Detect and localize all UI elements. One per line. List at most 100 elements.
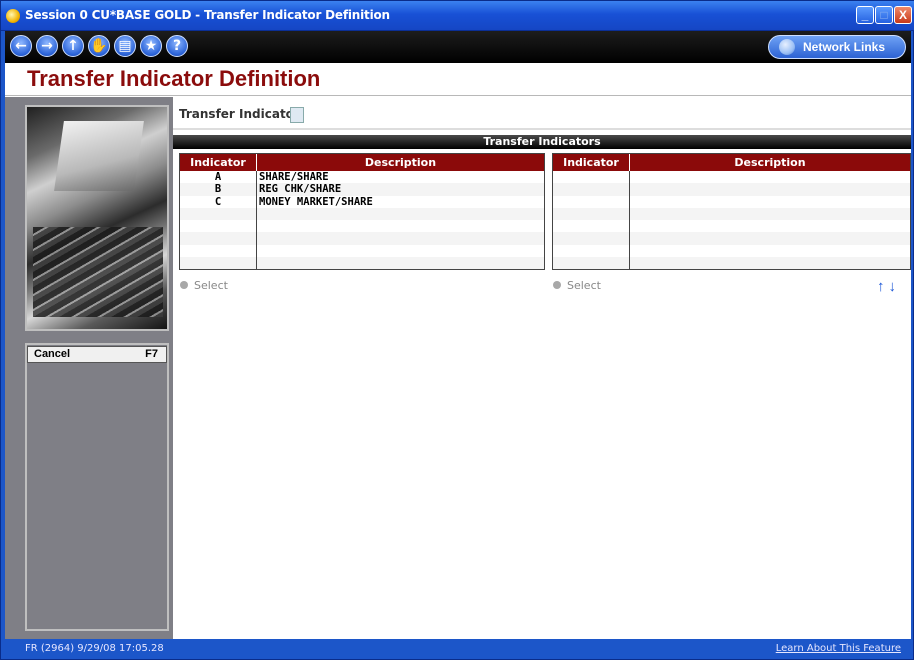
table-row[interactable] xyxy=(553,207,910,221)
indicator-cell xyxy=(553,195,630,208)
laptop-image xyxy=(25,105,169,331)
select-label: Select xyxy=(194,279,228,292)
page-header: Transfer Indicator Definition xyxy=(5,63,911,96)
indicator-cell xyxy=(180,220,257,233)
radio-icon xyxy=(553,281,561,289)
indicator-cell: A xyxy=(180,171,257,184)
description-cell xyxy=(630,220,910,232)
indicator-cell: C xyxy=(180,195,257,208)
table-header: Indicator Description xyxy=(553,154,910,171)
indicator-cell xyxy=(553,171,630,184)
table-row[interactable] xyxy=(553,244,910,258)
column-header-description: Description xyxy=(364,156,437,169)
transfer-indicators-table-right: Indicator Description xyxy=(552,153,911,271)
table-row[interactable] xyxy=(180,232,544,245)
table-row[interactable]: B REG CHK/SHARE xyxy=(180,183,544,196)
table-row[interactable] xyxy=(180,257,544,270)
table-row[interactable] xyxy=(553,171,910,184)
page-title: Transfer Indicator Definition xyxy=(27,66,321,91)
description-cell xyxy=(630,196,910,208)
window-title: Session 0 CU*BASE GOLD - Transfer Indica… xyxy=(25,8,390,22)
session-info: FR (2964) 9/29/08 17:05.28 xyxy=(25,643,164,654)
stop-hand-icon[interactable]: ✋ xyxy=(88,35,110,57)
description-cell xyxy=(257,232,544,244)
globe-icon xyxy=(779,39,795,55)
description-cell xyxy=(257,208,544,220)
table-row[interactable] xyxy=(553,195,910,208)
column-header-description: Description xyxy=(734,156,806,169)
indicator-cell xyxy=(553,232,630,245)
column-header-indicator: Indicator xyxy=(180,154,257,171)
sidebar: Cancel F7 xyxy=(5,97,173,639)
select-button-left[interactable]: Select xyxy=(180,279,228,292)
description-cell xyxy=(630,171,910,183)
description-cell xyxy=(257,245,544,257)
table-row[interactable] xyxy=(180,207,544,221)
indicator-cell xyxy=(553,183,630,196)
indicator-cell xyxy=(553,257,630,270)
divider xyxy=(173,128,911,130)
indicator-cell xyxy=(180,257,257,270)
close-button[interactable]: X xyxy=(894,6,912,24)
app-icon xyxy=(6,9,20,23)
back-icon[interactable]: ← xyxy=(10,35,32,57)
indicator-cell xyxy=(553,244,630,258)
table-row[interactable] xyxy=(553,183,910,196)
description-cell: MONEY MARKET/SHARE xyxy=(259,195,373,208)
toolbar: ← → ↑ ✋ ▤ ★ ? Network Links xyxy=(5,31,911,63)
table-row[interactable] xyxy=(553,232,910,245)
maximize-button[interactable]: □ xyxy=(875,6,893,24)
indicator-cell: B xyxy=(180,183,257,196)
table-row[interactable]: C MONEY MARKET/SHARE xyxy=(180,195,544,208)
indicator-cell xyxy=(180,232,257,245)
page: Transfer Indicator Definition Cancel F7 … xyxy=(5,63,911,639)
description-cell xyxy=(630,257,910,269)
description-cell xyxy=(630,208,910,220)
table-row[interactable] xyxy=(180,220,544,233)
select-label: Select xyxy=(567,279,601,292)
table-row[interactable] xyxy=(553,257,910,270)
network-links-button[interactable]: Network Links xyxy=(768,35,906,59)
network-links-label: Network Links xyxy=(803,40,886,54)
print-icon[interactable]: ▤ xyxy=(114,35,136,57)
indicator-cell xyxy=(553,207,630,221)
indicator-cell xyxy=(553,220,630,233)
cancel-button[interactable]: Cancel F7 xyxy=(27,346,167,363)
main-content: Transfer Indicator Transfer Indicators I… xyxy=(173,97,911,639)
arrow-up-icon[interactable]: ↑ xyxy=(877,278,889,295)
description-cell xyxy=(630,183,910,195)
title-bar[interactable]: Session 0 CU*BASE GOLD - Transfer Indica… xyxy=(1,1,914,31)
table-row[interactable] xyxy=(180,244,544,258)
description-cell: SHARE/SHARE xyxy=(259,171,329,183)
radio-icon xyxy=(180,281,188,289)
description-cell xyxy=(630,232,910,244)
column-header-indicator: Indicator xyxy=(553,154,630,171)
cancel-shortcut: F7 xyxy=(145,348,158,360)
table-header: Indicator Description xyxy=(180,154,544,171)
select-button-right[interactable]: Select xyxy=(553,279,601,292)
help-icon[interactable]: ? xyxy=(166,35,188,57)
up-icon[interactable]: ↑ xyxy=(62,35,84,57)
indicator-cell xyxy=(180,207,257,221)
indicator-cell xyxy=(180,244,257,258)
description-cell xyxy=(630,245,910,257)
minimize-button[interactable]: _ xyxy=(856,6,874,24)
scroll-controls: ↑↓ xyxy=(877,278,900,295)
transfer-indicators-table-left: Indicator Description A SHARE/SHARE B REG C… xyxy=(179,153,545,271)
arrow-down-icon[interactable]: ↓ xyxy=(889,278,901,295)
table-row[interactable] xyxy=(553,220,910,233)
table-row[interactable]: A SHARE/SHARE xyxy=(180,171,544,184)
description-cell: REG CHK/SHARE xyxy=(259,183,342,196)
command-panel xyxy=(25,343,169,631)
transfer-indicator-field[interactable] xyxy=(290,107,304,123)
app-window: Session 0 CU*BASE GOLD - Transfer Indica… xyxy=(0,0,914,660)
favorite-icon[interactable]: ★ xyxy=(140,35,162,57)
learn-about-link[interactable]: Learn About This Feature xyxy=(776,643,901,654)
status-bar: FR (2964) 9/29/08 17:05.28 Learn About T… xyxy=(5,639,911,659)
description-cell xyxy=(257,220,544,232)
description-cell xyxy=(257,257,544,269)
section-title: Transfer Indicators xyxy=(173,135,911,149)
forward-icon[interactable]: → xyxy=(36,35,58,57)
cancel-label: Cancel xyxy=(34,348,71,360)
transfer-indicator-label: Transfer Indicator xyxy=(179,107,300,121)
